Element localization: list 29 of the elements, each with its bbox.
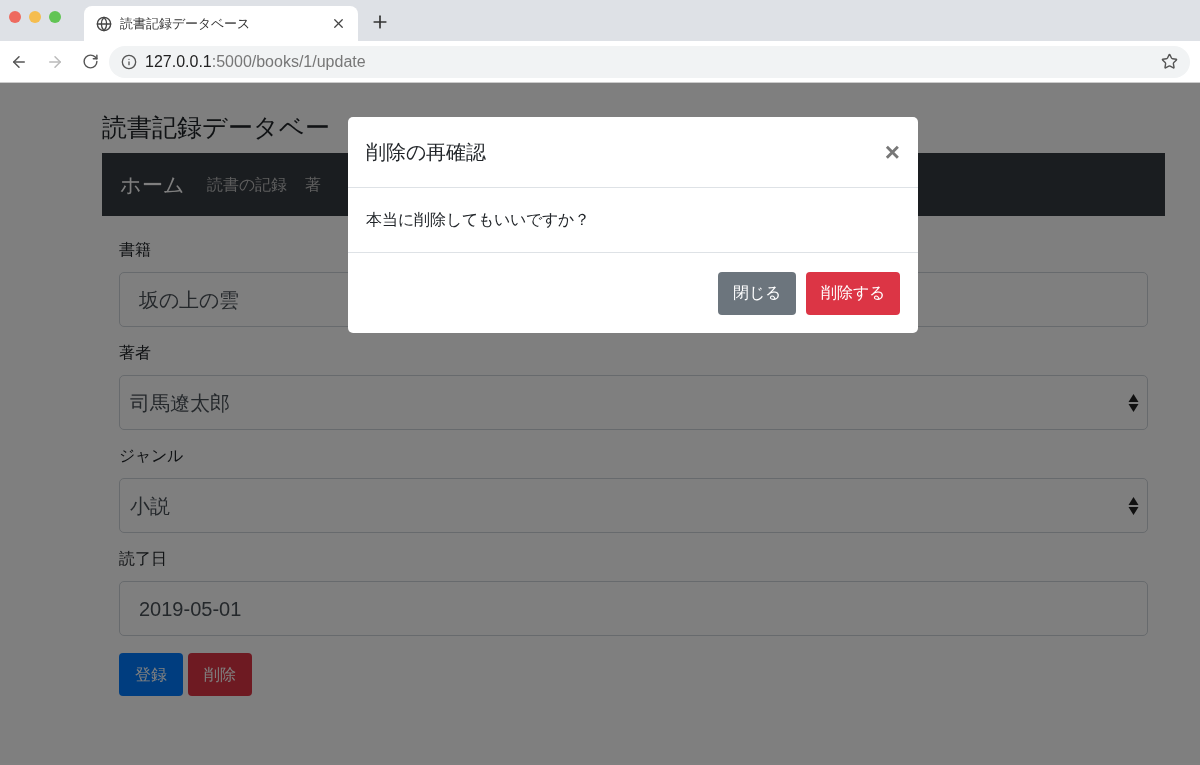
reload-icon[interactable] <box>82 53 99 70</box>
up-down-arrows-icon <box>1128 392 1139 413</box>
field-label: 読了日 <box>119 549 168 569</box>
url-text: 127.0.0.1:5000/books/1/update <box>145 51 366 72</box>
nav-brand[interactable]: ホーム <box>120 168 185 201</box>
browser-tab[interactable]: 読書記録データベース <box>84 6 358 41</box>
close-button[interactable]: × <box>884 139 900 165</box>
address-bar[interactable]: 127.0.0.1:5000/books/1/update <box>109 45 1190 78</box>
form-button[interactable]: 登録 <box>119 653 183 696</box>
field-label: 書籍 <box>119 240 152 260</box>
up-down-arrows-icon <box>1128 495 1139 516</box>
nav-link[interactable]: 著 <box>305 172 321 197</box>
field-label: ジャンル <box>119 446 184 466</box>
globe-icon <box>96 15 112 32</box>
form-button[interactable]: 削除 <box>188 653 252 696</box>
info-icon <box>121 53 137 70</box>
tab-title: 読書記録データベース <box>120 14 251 33</box>
input-field[interactable]: 2019-05-01 <box>119 581 1148 636</box>
dialog-button[interactable]: 削除する <box>806 271 900 315</box>
field-label: 著者 <box>119 343 152 363</box>
select-field[interactable]: 司馬遼太郎 <box>119 375 1148 430</box>
select-field[interactable]: 小説 <box>119 478 1148 533</box>
dialog-title: 削除の再確認 <box>366 140 487 165</box>
dialog-message: 本当に削除してもいいですか？ <box>366 210 590 230</box>
bookmark-star-icon[interactable] <box>1161 53 1178 70</box>
nav-link[interactable]: 読書の記録 <box>207 172 287 197</box>
dialog-button[interactable]: 閉じる <box>718 271 796 315</box>
page-title: 読書記録データベー <box>102 112 330 143</box>
close-tab-icon[interactable] <box>331 16 346 31</box>
